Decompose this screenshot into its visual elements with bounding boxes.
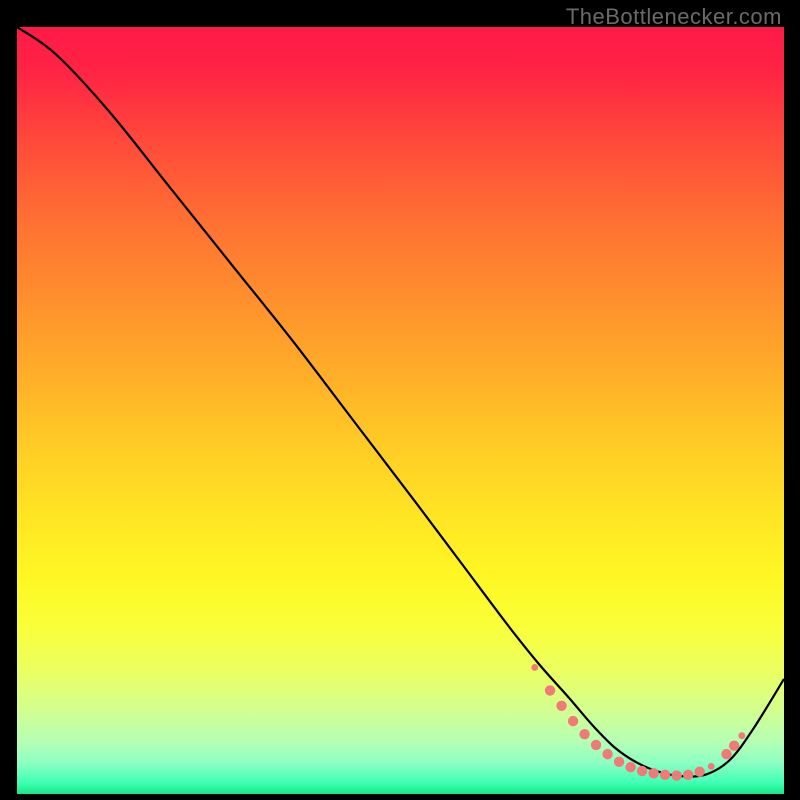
marker-dot: [708, 763, 715, 770]
marker-dot: [721, 749, 731, 759]
marker-dot: [729, 740, 739, 750]
chart-plot-area: [17, 27, 784, 794]
marker-dot: [660, 770, 670, 780]
watermark-text: TheBottlenecker.com: [566, 4, 782, 30]
marker-dot: [531, 664, 538, 671]
marker-dot: [694, 767, 704, 777]
marker-dot: [568, 716, 578, 726]
marker-dot: [637, 766, 647, 776]
marker-dot: [614, 757, 624, 767]
marker-dot: [683, 770, 693, 780]
chart-svg: [17, 27, 784, 794]
marker-dot: [591, 740, 601, 750]
marker-dot: [738, 732, 745, 739]
marker-dot: [602, 749, 612, 759]
chart-background: [17, 27, 784, 794]
marker-dot: [579, 729, 589, 739]
marker-dot: [545, 685, 555, 695]
marker-dot: [625, 762, 635, 772]
marker-dot: [671, 770, 681, 780]
marker-dot: [648, 768, 658, 778]
marker-dot: [556, 701, 566, 711]
